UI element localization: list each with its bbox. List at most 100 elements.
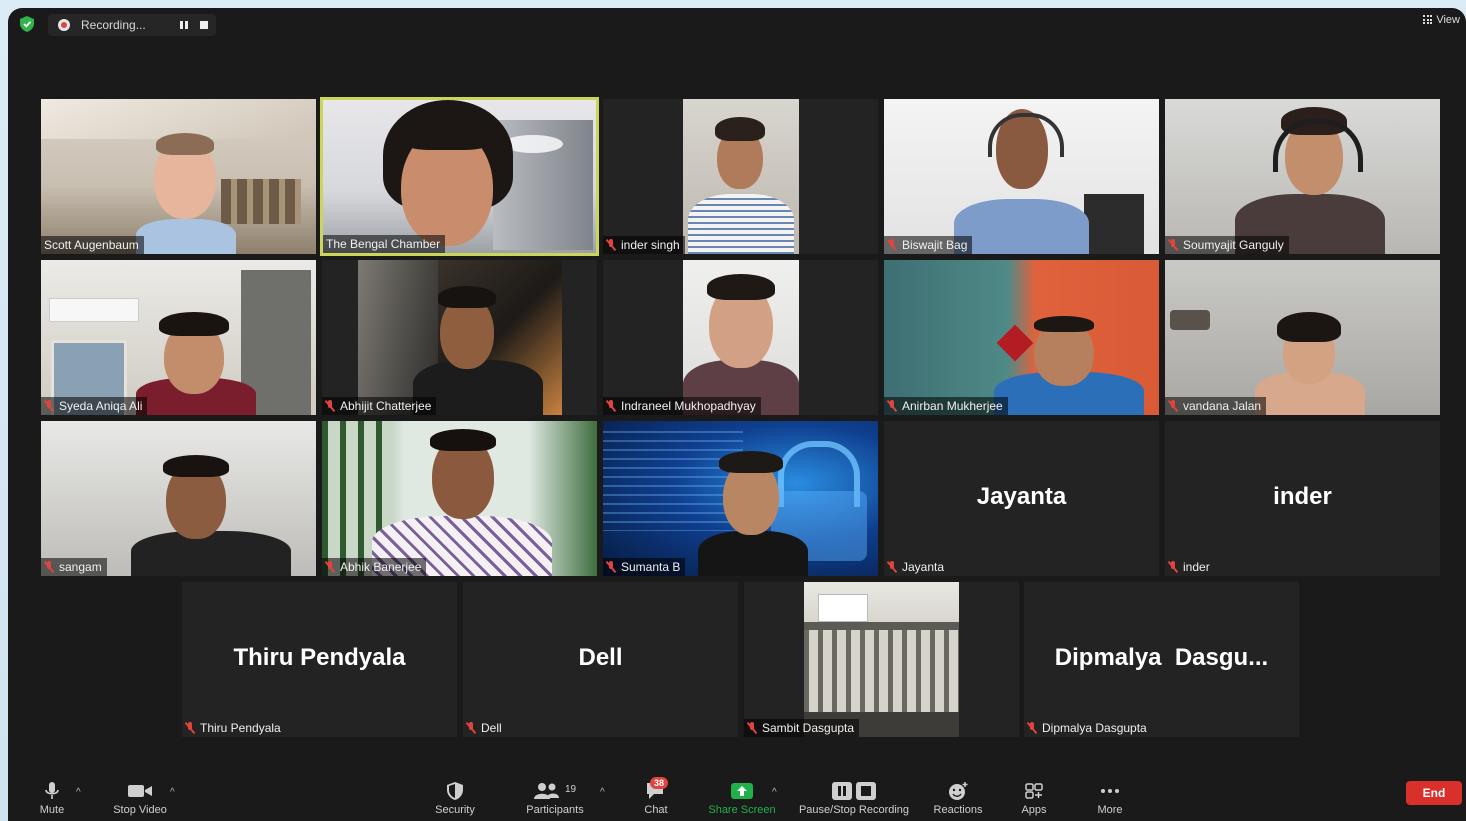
participant-video [1165, 260, 1440, 415]
pause-recording-icon[interactable] [178, 19, 190, 31]
reactions-smiley-icon [949, 782, 968, 800]
video-tile[interactable]: Soumyajit Ganguly [1165, 99, 1440, 254]
reactions-button[interactable]: Reactions [928, 781, 988, 816]
participant-display-name: Thiru Pendyala [233, 644, 406, 671]
muted-mic-icon [887, 561, 897, 573]
video-tile[interactable]: vandana Jalan [1165, 260, 1440, 415]
muted-mic-icon [747, 722, 757, 734]
video-tile-camera-off[interactable]: Dell Dell [463, 582, 738, 737]
muted-mic-icon [606, 561, 616, 573]
video-tile[interactable]: Sumanta B [603, 421, 878, 576]
share-options-caret-icon[interactable]: ^ [772, 787, 777, 798]
participant-video [884, 260, 1159, 415]
participants-button[interactable]: 19 Participants [520, 781, 590, 816]
video-tile[interactable]: Indraneel Mukhopadhyay [603, 260, 878, 415]
stop-video-label: Stop Video [113, 804, 167, 816]
muted-mic-icon [1168, 561, 1178, 573]
muted-mic-icon [887, 400, 897, 412]
muted-mic-icon [325, 400, 335, 412]
pause-stop-recording-button[interactable]: Pause/Stop Recording [794, 781, 914, 816]
participant-name: sangam [41, 558, 107, 576]
muted-mic-icon [606, 239, 616, 251]
muted-mic-icon [1168, 400, 1178, 412]
apps-icon [1025, 783, 1043, 799]
participant-video [603, 421, 878, 576]
participant-name: Syeda Aniqa Ali [41, 397, 148, 415]
video-tile-camera-off[interactable]: Dipmalya Dasgu... Dipmalya Dasgupta [1024, 582, 1299, 737]
participant-name: Thiru Pendyala [182, 719, 286, 737]
more-button[interactable]: More [1090, 781, 1130, 816]
participant-video [683, 260, 799, 415]
share-screen-label: Share Screen [708, 804, 776, 816]
participants-options-caret-icon[interactable]: ^ [600, 787, 605, 798]
video-tile-active-speaker[interactable]: The Bengal Chamber [320, 97, 599, 256]
video-tile-camera-off[interactable]: Thiru Pendyala Thiru Pendyala [182, 582, 457, 737]
participant-name: Biswajit Bag [884, 236, 973, 254]
muted-mic-icon [185, 722, 195, 734]
video-tile-camera-off[interactable]: Jayanta Jayanta [884, 421, 1159, 576]
recording-label: Recording... [81, 18, 146, 32]
participant-name: Abhijit Chatterjee [322, 397, 437, 415]
recording-indicator: Recording... [48, 14, 216, 36]
chat-label: Chat [644, 804, 668, 816]
video-options-caret-icon[interactable]: ^ [170, 787, 175, 798]
participant-display-name: inder [1273, 483, 1332, 510]
mute-button[interactable]: Mute [32, 781, 72, 816]
participant-name: vandana Jalan [1165, 397, 1267, 415]
apps-button[interactable]: Apps [1014, 781, 1054, 816]
participant-name: Soumyajit Ganguly [1165, 236, 1289, 254]
microphone-icon [45, 782, 59, 799]
video-tile-camera-off[interactable]: inder inder [1165, 421, 1440, 576]
video-tile[interactable]: Biswajit Bag [884, 99, 1159, 254]
meeting-toolbar: Mute ^ Stop Video ^ Security 19 Particip… [8, 773, 1466, 821]
video-tile[interactable]: Syeda Aniqa Ali [41, 260, 316, 415]
participant-name: Abhik Banerjee [322, 558, 427, 576]
zoom-meeting-window: Recording... View Scott Augenbaum The Be… [8, 8, 1466, 821]
svg-text:19: 19 [565, 784, 577, 795]
participant-video [323, 100, 596, 253]
participant-name: Indraneel Mukhopadhyay [603, 397, 761, 415]
muted-mic-icon [887, 239, 897, 251]
participant-name: Sumanta B [603, 558, 686, 576]
participant-video [41, 260, 316, 415]
participant-display-name: Dell [578, 644, 623, 671]
participant-name: inder [1165, 558, 1215, 576]
stop-recording-icon[interactable] [198, 19, 210, 31]
stop-video-button[interactable]: Stop Video [108, 781, 172, 816]
end-meeting-button[interactable]: End [1406, 781, 1462, 805]
participant-video [41, 99, 316, 254]
audio-options-caret-icon[interactable]: ^ [76, 787, 81, 798]
view-button[interactable]: View [1423, 14, 1460, 26]
muted-mic-icon [1027, 722, 1037, 734]
muted-mic-icon [606, 400, 616, 412]
video-tile[interactable]: inder singh [603, 99, 878, 254]
video-tile[interactable]: Abhijit Chatterjee [322, 260, 597, 415]
security-shield-icon [447, 782, 463, 800]
pause-stop-recording-label: Pause/Stop Recording [798, 804, 910, 816]
more-label: More [1097, 804, 1123, 816]
participant-name: Dell [463, 719, 507, 737]
mute-label: Mute [39, 804, 65, 816]
participant-video [683, 99, 799, 254]
video-tile[interactable]: Anirban Mukherjee [884, 260, 1159, 415]
apps-label: Apps [1021, 804, 1047, 816]
video-tile[interactable]: sangam [41, 421, 316, 576]
video-tile[interactable]: Sambit Dasgupta [744, 582, 1019, 737]
top-bar: Recording... View [8, 8, 1466, 42]
view-label: View [1436, 14, 1460, 26]
encryption-shield-icon[interactable] [20, 16, 34, 32]
recording-dot-icon [58, 19, 70, 31]
share-screen-button[interactable]: Share Screen [702, 781, 782, 816]
pause-stop-recording-icon [832, 782, 876, 800]
muted-mic-icon [325, 561, 335, 573]
participant-name: inder singh [603, 236, 685, 254]
security-button[interactable]: Security [428, 781, 482, 816]
participant-video [358, 260, 562, 415]
muted-mic-icon [466, 722, 476, 734]
participant-name: Scott Augenbaum [41, 236, 144, 254]
chat-button[interactable]: 38 Chat [636, 777, 676, 816]
grid-view-icon [1423, 15, 1433, 24]
participant-name: Sambit Dasgupta [744, 719, 860, 737]
video-tile[interactable]: Scott Augenbaum [41, 99, 316, 254]
video-tile[interactable]: Abhik Banerjee [322, 421, 597, 576]
